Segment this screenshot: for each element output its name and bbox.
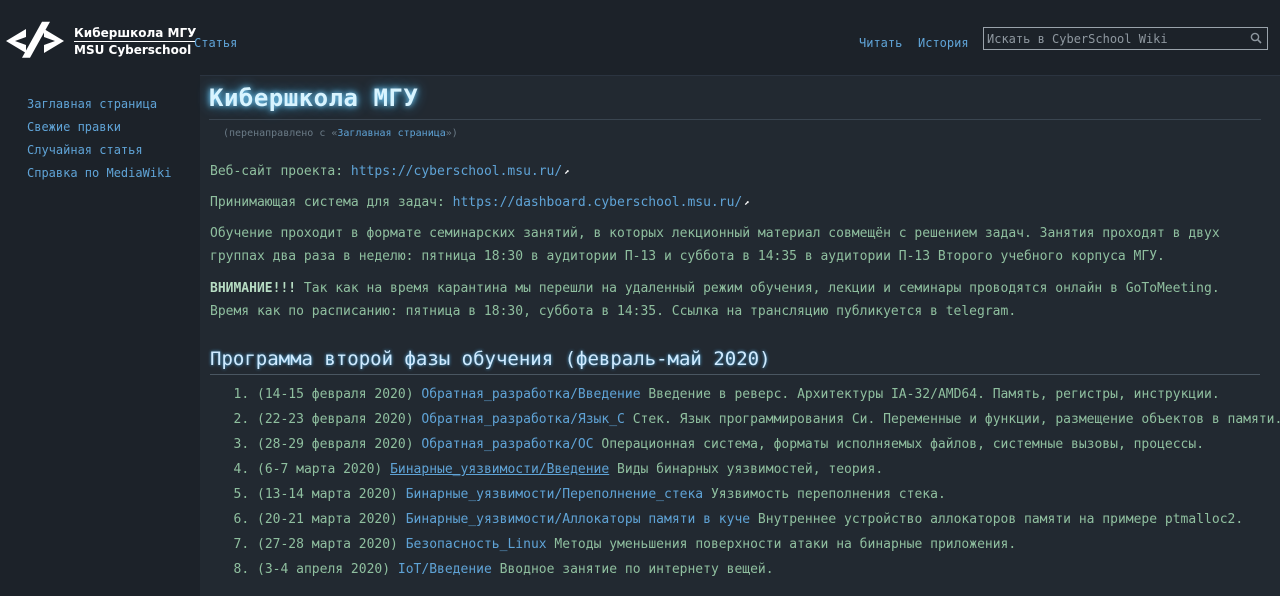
program-desc: Внутреннее устройство аллокаторов памяти… [750,512,1244,527]
program-date: (3-4 апреля 2020) [257,562,391,577]
list-item: (3-4 апреля 2020) IoT/Введение Вводное з… [257,557,1277,582]
program-desc: Вводное занятие по интернету вещей. [491,562,774,577]
list-item: (28-29 февраля 2020) Обратная_разработка… [257,432,1277,457]
search-input[interactable] [987,30,1242,47]
program-date: (22-23 февраля 2020) [257,412,414,427]
redirect-suffix: ») [445,128,458,139]
logo-line-en: MSU Cyberschool [74,42,192,57]
website-link[interactable]: https://cyberschool.msu.ru/ [351,164,562,179]
tab-article[interactable]: Статья [194,36,237,50]
program-link[interactable]: IoT/Введение [398,562,492,577]
program-desc: Уязвимость переполнения стека. [703,487,946,502]
list-item: (14-15 февраля 2020) Обратная_разработка… [257,382,1277,407]
program-link[interactable]: Бинарные_уязвимости/Переполнение_стека [406,487,703,502]
warning-text: Так как на время карантина мы перешли на… [210,281,1220,319]
program-desc: Виды бинарных уязвимостей, теория. [609,462,884,477]
program-desc: Операционная система, форматы исполняемы… [593,437,1205,452]
website-paragraph: Веб-сайт проекта: https://cyberschool.ms… [210,160,1260,185]
program-date: (14-15 февраля 2020) [257,387,414,402]
program-link[interactable]: Обратная_разработка/ОС [421,437,593,452]
schedule-paragraph: Обучение проходит в формате семинарских … [210,226,1220,264]
sidebar-item-random-article[interactable]: Случайная статья [27,142,177,158]
main-content: Кибершкола МГУ (перенаправлено с «Заглав… [200,75,1280,596]
dashboard-link[interactable]: https://dashboard.cyberschool.msu.ru/ [453,195,743,210]
redirect-link[interactable]: Заглавная страница [337,128,445,139]
list-item: (27-28 марта 2020) Безопасность_Linux Ме… [257,532,1277,557]
program-date: (13-14 марта 2020) [257,487,398,502]
dashboard-label: Принимающая система для задач: [210,195,453,210]
program-desc: Стек. Язык программирования Си. Переменн… [624,412,1280,427]
program-date: (28-29 февраля 2020) [257,437,414,452]
sidebar-item-mediawiki-help[interactable]: Справка по MediaWiki [27,165,177,181]
tab-history[interactable]: История [918,36,969,50]
program-desc: Введение в реверс. Архитектуры IA-32/AMD… [640,387,1220,402]
site-logo[interactable]: Кибершкола МГУ MSU Cyberschool [6,16,197,66]
program-date: (6-7 марта 2020) [257,462,383,477]
redirect-prefix: (перенаправлено с « [223,128,338,139]
logo-line-ru: Кибершкола МГУ [74,25,197,42]
cyberschool-logo-icon [6,21,64,58]
program-link[interactable]: Бинарные_уязвимости/Аллокаторы памяти в … [406,512,750,527]
sidebar-item-main-page[interactable]: Заглавная страница [27,96,177,112]
dashboard-paragraph: Принимающая система для задач: https://d… [210,191,1260,216]
warning-paragraph: ВНИМАНИЕ!!! Так как на время карантина м… [210,277,1260,323]
search-box [983,27,1268,50]
program-heading: Программа второй фазы обучения (февраль-… [210,348,771,370]
list-item: (6-7 марта 2020) Бинарные_уязвимости/Вве… [257,457,1277,482]
sidebar-item-recent-changes[interactable]: Свежие правки [27,119,177,135]
program-link[interactable]: Обратная_разработка/Язык_C [421,412,625,427]
warning-label: ВНИМАНИЕ!!! [210,281,297,296]
external-link-icon: ⬈ [564,168,570,178]
program-date: (20-21 марта 2020) [257,512,398,527]
program-desc: Методы уменьшения поверхности атаки на б… [546,537,1017,552]
heading-divider [210,374,1260,375]
program-list: (14-15 февраля 2020) Обратная_разработка… [200,382,1280,582]
list-item: (20-21 марта 2020) Бинарные_уязвимости/А… [257,507,1277,532]
website-label: Веб-сайт проекта: [210,164,351,179]
list-item: (22-23 февраля 2020) Обратная_разработка… [257,407,1280,432]
external-link-icon: ⬈ [744,199,750,209]
program-link[interactable]: Безопасность_Linux [406,537,547,552]
list-item: (13-14 марта 2020) Бинарные_уязвимости/П… [257,482,1277,507]
sidebar: Заглавная страница Свежие правки Случайн… [27,96,177,188]
search-icon[interactable] [1250,32,1262,48]
tab-read[interactable]: Читать [859,36,902,50]
redirect-note: (перенаправлено с «Заглавная страница») [223,128,458,139]
page-title: Кибершкола МГУ [209,84,419,112]
title-divider [209,119,1261,120]
program-link[interactable]: Обратная_разработка/Введение [421,387,640,402]
logo-text: Кибершкола МГУ MSU Cyberschool [74,25,197,58]
program-date: (27-28 марта 2020) [257,537,398,552]
program-link[interactable]: Бинарные_уязвимости/Введение [390,462,609,477]
